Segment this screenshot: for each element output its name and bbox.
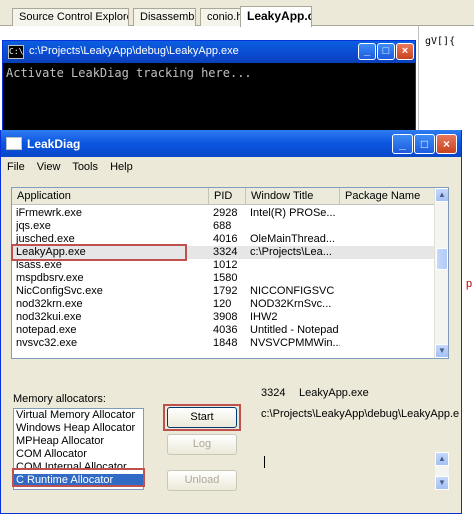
scroll-up-icon[interactable]: ▲ bbox=[435, 188, 448, 202]
table-row[interactable]: iFrmewrk.exe 2928 Intel(R) PROSe... bbox=[12, 207, 436, 220]
table-row[interactable]: nod32kui.exe 3908 IHW2 bbox=[12, 311, 436, 324]
cell-pid: 2928 bbox=[213, 207, 238, 219]
cell-pid: 4036 bbox=[213, 324, 238, 336]
memory-allocators-label: Memory allocators: bbox=[13, 393, 106, 405]
cell-app: notepad.exe bbox=[16, 324, 77, 336]
table-row[interactable]: jqs.exe 688 bbox=[12, 220, 436, 233]
cell-pid: 1848 bbox=[213, 337, 238, 349]
tab-leakyapp-cpp[interactable]: LeakyApp.cpp bbox=[240, 6, 312, 27]
cell-pid: 3908 bbox=[213, 311, 238, 323]
window-title: LeakDiag bbox=[27, 137, 81, 151]
cell-app: mspdbsrv.exe bbox=[16, 272, 84, 284]
menu-file[interactable]: File bbox=[7, 161, 25, 173]
cell-pid: 4016 bbox=[213, 233, 238, 245]
menu-view[interactable]: View bbox=[37, 161, 61, 173]
cell-app: NicConfigSvc.exe bbox=[16, 285, 103, 297]
allocator-item[interactable]: MPHeap Allocator bbox=[14, 435, 143, 448]
maximize-icon[interactable]: □ bbox=[414, 134, 435, 154]
console-window: C:\ c:\Projects\LeakyApp\debug\LeakyApp.… bbox=[2, 40, 416, 138]
maximize-icon[interactable]: □ bbox=[377, 43, 395, 60]
table-row[interactable]: mspdbsrv.exe 1580 bbox=[12, 272, 436, 285]
cell-title: NVSVCPMMWin... bbox=[250, 337, 340, 349]
menu-bar: File View Tools Help bbox=[1, 157, 461, 177]
list-scrollbar[interactable]: ▲ ▼ bbox=[434, 188, 448, 358]
tab-disassembly[interactable]: Disassembly bbox=[133, 8, 196, 26]
cell-title: Intel(R) PROSe... bbox=[250, 207, 336, 219]
cell-app: jqs.exe bbox=[16, 220, 51, 232]
selected-pid: 3324 bbox=[261, 387, 286, 399]
red-margin-mark: p bbox=[466, 278, 473, 290]
cell-pid: 3324 bbox=[213, 246, 238, 258]
cell-title: NICCONFIGSVC bbox=[250, 285, 335, 297]
process-list[interactable]: Application PID Window Title Package Nam… bbox=[11, 187, 449, 359]
leakdiag-window: LeakDiag _ □ × File View Tools Help Appl… bbox=[0, 130, 462, 514]
cell-title: NOD32KrnSvc... bbox=[250, 298, 332, 310]
highlight-c-runtime bbox=[12, 468, 145, 487]
menu-tools[interactable]: Tools bbox=[72, 161, 98, 173]
selected-app: LeakyApp.exe bbox=[299, 387, 369, 399]
minimize-icon[interactable]: _ bbox=[358, 43, 376, 60]
highlight-start-button bbox=[163, 404, 241, 431]
output-scrollbar[interactable]: ▲ ▼ bbox=[435, 452, 449, 490]
selected-path: c:\Projects\LeakyApp\debug\LeakyApp.e bbox=[261, 408, 460, 420]
column-package-name[interactable]: Package Name bbox=[340, 188, 436, 205]
text-caret bbox=[264, 456, 265, 468]
cell-app: nvsvc32.exe bbox=[16, 337, 78, 349]
cell-pid: 1792 bbox=[213, 285, 238, 297]
allocator-item[interactable]: COM Allocator bbox=[14, 448, 143, 461]
close-icon[interactable]: × bbox=[396, 43, 414, 60]
table-row[interactable]: nod32krn.exe 120 NOD32KrnSvc... bbox=[12, 298, 436, 311]
column-application[interactable]: Application bbox=[12, 188, 209, 205]
menu-help[interactable]: Help bbox=[110, 161, 133, 173]
cell-title: IHW2 bbox=[250, 311, 278, 323]
column-pid[interactable]: PID bbox=[209, 188, 246, 205]
scroll-down-icon[interactable]: ▼ bbox=[435, 344, 448, 358]
cell-app: iFrmewrk.exe bbox=[16, 207, 83, 219]
console-title: c:\Projects\LeakyApp\debug\LeakyApp.exe bbox=[29, 45, 239, 57]
ide-tab-strip: Source Control Explorer Disassembly coni… bbox=[0, 0, 474, 27]
cell-pid: 688 bbox=[213, 220, 232, 232]
unload-button[interactable]: Unload bbox=[167, 470, 237, 491]
editor-gutter bbox=[462, 130, 474, 514]
cell-title bbox=[250, 259, 340, 272]
console-title-bar: C:\ c:\Projects\LeakyApp\debug\LeakyApp.… bbox=[3, 41, 415, 63]
scroll-up-icon[interactable]: ▲ bbox=[435, 452, 449, 466]
scroll-down-icon[interactable]: ▼ bbox=[435, 476, 449, 490]
cell-title: c:\Projects\Lea... bbox=[250, 246, 332, 258]
column-window-title[interactable]: Window Title bbox=[246, 188, 340, 205]
cell-app: nod32krn.exe bbox=[16, 298, 83, 310]
window-icon bbox=[6, 137, 22, 150]
leakdiag-title-bar: LeakDiag _ □ × bbox=[1, 130, 461, 157]
console-icon: C:\ bbox=[8, 45, 24, 59]
cell-pid: 1580 bbox=[213, 272, 238, 284]
highlight-leakyapp-row bbox=[11, 244, 187, 261]
cell-title bbox=[250, 272, 340, 285]
table-row[interactable]: NicConfigSvc.exe 1792 NICCONFIGSVC bbox=[12, 285, 436, 298]
close-icon[interactable]: × bbox=[436, 134, 457, 154]
cell-pid: 120 bbox=[213, 298, 232, 310]
scroll-thumb[interactable] bbox=[436, 248, 448, 270]
minimize-icon[interactable]: _ bbox=[392, 134, 413, 154]
tab-source-control-explorer[interactable]: Source Control Explorer bbox=[12, 8, 129, 26]
code-fragment: gV[]{ bbox=[425, 36, 456, 47]
tab-conio-h[interactable]: conio.h bbox=[200, 8, 242, 26]
console-output: Activate LeakDiag tracking here... bbox=[6, 66, 252, 80]
cell-pid: 1012 bbox=[213, 259, 238, 271]
cell-app: nod32kui.exe bbox=[16, 311, 82, 323]
cell-title bbox=[250, 220, 340, 233]
table-row[interactable]: notepad.exe 4036 Untitled - Notepad bbox=[12, 324, 436, 337]
allocator-item[interactable]: Virtual Memory Allocator bbox=[14, 409, 143, 422]
allocator-item[interactable]: Windows Heap Allocator bbox=[14, 422, 143, 435]
log-button[interactable]: Log bbox=[167, 434, 237, 455]
table-row[interactable]: nvsvc32.exe 1848 NVSVCPMMWin... bbox=[12, 337, 436, 350]
list-header: Application PID Window Title Package Nam… bbox=[12, 188, 436, 205]
cell-title: OleMainThread... bbox=[250, 233, 335, 245]
code-editor-edge: gV[]{ bbox=[418, 26, 474, 146]
cell-title: Untitled - Notepad bbox=[250, 324, 339, 336]
